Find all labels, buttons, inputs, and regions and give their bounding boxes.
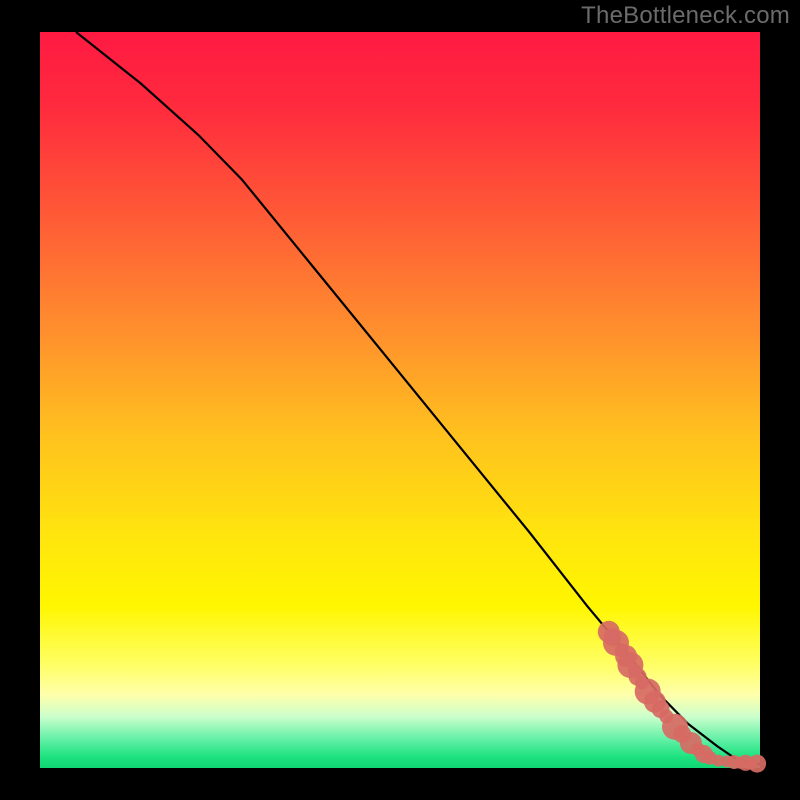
plot-svg — [0, 0, 800, 800]
watermark-text: TheBottleneck.com — [581, 2, 790, 30]
data-point — [748, 755, 766, 773]
plot-area — [40, 32, 760, 768]
chart-container: TheBottleneck.com — [0, 0, 800, 800]
